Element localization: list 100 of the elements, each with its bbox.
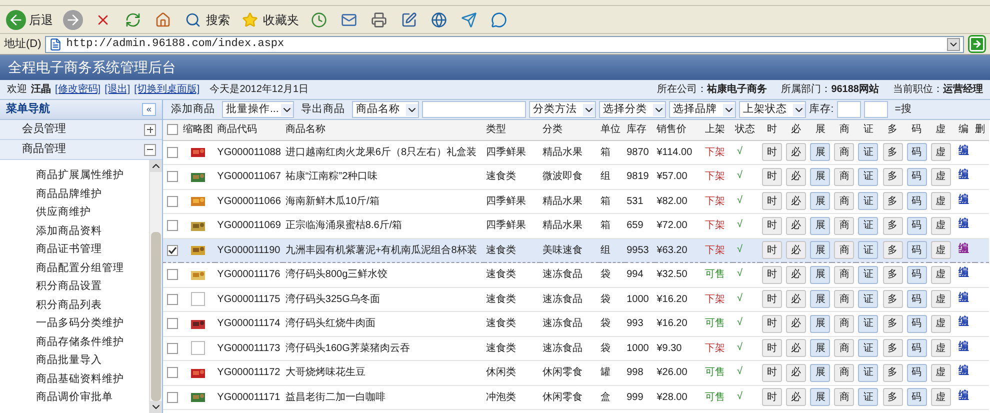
action-button[interactable]: 证: [858, 388, 878, 406]
action-button[interactable]: 虚: [930, 143, 951, 162]
row-checkbox[interactable]: [166, 367, 178, 378]
action-button[interactable]: 多: [882, 168, 902, 186]
action-button[interactable]: 虚: [930, 266, 951, 284]
collapse-button[interactable]: «: [142, 103, 156, 116]
table-row[interactable]: YG000011175 湾仔码头325G乌冬面 速食类 速冻食品 袋 1000 ¥16.20 下架 √ 时 必 展 商 证 多 码 虚 编: [163, 287, 989, 312]
dropdown[interactable]: 批量操作...: [222, 101, 294, 118]
address-field[interactable]: http://admin.96188.com/index.aspx: [45, 36, 964, 52]
edit-link[interactable]: 编: [958, 267, 969, 278]
select-all-checkbox[interactable]: [166, 124, 178, 136]
action-button[interactable]: 展: [810, 168, 830, 186]
action-button[interactable]: 证: [858, 290, 878, 308]
action-button[interactable]: 码: [906, 168, 927, 186]
action-button[interactable]: 展: [810, 364, 830, 382]
sidebar-item[interactable]: 商品批量导入: [36, 353, 149, 367]
edit-link[interactable]: 编: [958, 218, 969, 229]
action-button[interactable]: 码: [906, 192, 927, 210]
action-button[interactable]: 时: [762, 241, 782, 260]
action-button[interactable]: 证: [858, 143, 878, 162]
action-button[interactable]: 多: [882, 241, 902, 260]
action-button[interactable]: 时: [762, 339, 782, 358]
sidebar-item[interactable]: 商品调价审批单: [36, 390, 149, 404]
expand-icon[interactable]: [144, 124, 156, 136]
dropdown[interactable]: 分类方法: [528, 101, 596, 118]
action-button[interactable]: 码: [906, 339, 927, 358]
edit-link[interactable]: 编: [958, 242, 969, 254]
toolbar-button[interactable]: 搜索: [181, 8, 232, 32]
sidebar-item[interactable]: 添加商品资料: [36, 224, 149, 238]
action-button[interactable]: 展: [810, 388, 830, 406]
scroll-down-icon[interactable]: [150, 401, 162, 413]
text-field[interactable]: [864, 101, 888, 118]
action-button[interactable]: 虚: [930, 388, 951, 406]
sidebar-item[interactable]: 供应商维护: [36, 205, 149, 219]
toolbar-button[interactable]: 导出商品: [296, 101, 349, 118]
action-button[interactable]: 证: [858, 168, 878, 186]
go-icon[interactable]: [968, 35, 986, 53]
sidebar-section[interactable]: 会员管理: [0, 120, 162, 140]
action-button[interactable]: 证: [858, 314, 878, 333]
table-row[interactable]: YG000011173 湾仔码头160G荠菜猪肉云吞 速食类 速冻食品 袋 1000 ¥9.30 下架 √ 时 必 展 商 证 多 码 虚 编: [163, 336, 989, 360]
sidebar-item[interactable]: 积分商品列表: [36, 298, 149, 312]
edit-link[interactable]: 编: [958, 292, 969, 302]
action-button[interactable]: 虚: [930, 241, 951, 260]
action-button[interactable]: 证: [858, 216, 878, 235]
action-button[interactable]: 必: [786, 388, 806, 406]
table-row[interactable]: YG000011171 益昌老街二加一白咖啡 冲泡类 休闲零食 盒 999 ¥28.00 可售 √ 时 必 展 商 证 多 码 虚 编: [163, 385, 989, 410]
row-checkbox[interactable]: [166, 220, 178, 232]
action-button[interactable]: 码: [906, 388, 927, 406]
table-row[interactable]: YG000011066 海南新鲜木瓜10斤/箱 四季鲜果 精品水果 箱 531 ¥82.00 下架 √ 时 必 展 商 证 多 码 虚 编: [163, 189, 989, 214]
action-button[interactable]: 多: [882, 364, 902, 382]
action-button[interactable]: 多: [882, 266, 902, 284]
action-button[interactable]: 时: [762, 216, 782, 235]
action-button[interactable]: 商: [834, 314, 854, 333]
action-button[interactable]: 商: [834, 266, 854, 284]
action-button[interactable]: 时: [762, 143, 782, 162]
table-row[interactable]: YG000011176 湾仔码头800g三鲜水饺 速食类 速冻食品 袋 994 ¥32.50 可售 √ 时 必 展 商 证 多 码 虚 编: [163, 262, 989, 287]
action-button[interactable]: 证: [858, 364, 878, 382]
action-button[interactable]: 必: [786, 143, 806, 162]
edit-link[interactable]: 编: [958, 169, 969, 180]
action-button[interactable]: 商: [834, 143, 854, 162]
action-button[interactable]: 码: [906, 290, 927, 308]
action-button[interactable]: 证: [858, 192, 878, 210]
action-button[interactable]: 码: [906, 364, 927, 382]
action-button[interactable]: 多: [882, 339, 902, 358]
action-button[interactable]: 展: [810, 314, 830, 333]
sidebar-item[interactable]: 一品多码分类维护: [36, 316, 149, 330]
action-button[interactable]: 码: [906, 266, 927, 284]
sidebar-section[interactable]: 商品管理: [0, 140, 162, 160]
dropdown[interactable]: 商品名称: [352, 101, 419, 118]
row-checkbox[interactable]: [166, 318, 178, 330]
action-button[interactable]: 商: [834, 192, 854, 210]
action-button[interactable]: 多: [882, 388, 902, 406]
action-button[interactable]: 必: [786, 290, 806, 308]
row-checkbox[interactable]: [166, 171, 178, 182]
row-checkbox[interactable]: [166, 146, 178, 158]
action-button[interactable]: 展: [810, 143, 830, 162]
action-button[interactable]: 虚: [930, 339, 951, 358]
action-button[interactable]: 多: [882, 290, 902, 308]
text-field[interactable]: [422, 101, 526, 118]
action-button[interactable]: 码: [906, 314, 927, 333]
row-checkbox[interactable]: [166, 269, 178, 280]
action-button[interactable]: 时: [762, 192, 782, 210]
edit-link[interactable]: 编: [958, 144, 969, 156]
text-field[interactable]: [836, 101, 861, 118]
table-row[interactable]: YG000011174 湾仔码头红烧牛肉面 速食类 速冻食品 袋 993 ¥16.20 可售 √ 时 必 展 商 证 多 码 虚 编: [163, 312, 989, 336]
action-button[interactable]: 商: [834, 364, 854, 382]
action-button[interactable]: 展: [810, 241, 830, 260]
scroll-up-icon[interactable]: [150, 160, 162, 172]
action-button[interactable]: 虚: [930, 216, 951, 235]
action-button[interactable]: 展: [810, 290, 830, 308]
edit-link[interactable]: 编: [958, 194, 969, 204]
action-button[interactable]: 虚: [930, 314, 951, 333]
action-button[interactable]: 虚: [930, 192, 951, 210]
sidebar-item[interactable]: 商品品牌维护: [36, 186, 149, 200]
toolbar-button[interactable]: =搜: [890, 101, 916, 118]
action-button[interactable]: 证: [858, 266, 878, 284]
action-button[interactable]: 证: [858, 339, 878, 358]
action-button[interactable]: 时: [762, 290, 782, 308]
edit-link[interactable]: 编: [958, 316, 969, 327]
action-button[interactable]: 时: [762, 266, 782, 284]
